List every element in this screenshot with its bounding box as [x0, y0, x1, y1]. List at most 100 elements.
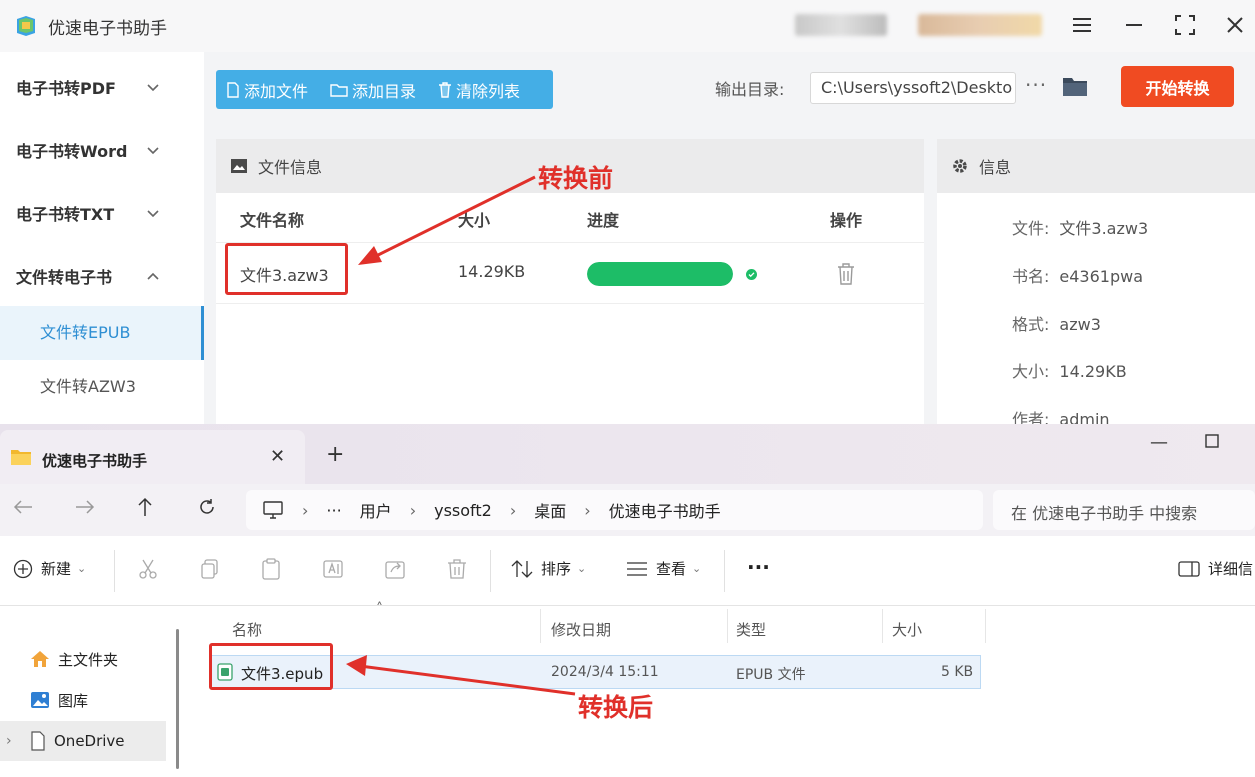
search-input[interactable]: 在 优速电子书助手 中搜索 [993, 490, 1255, 530]
annotation-box-output-file [209, 643, 333, 690]
refresh-icon[interactable] [194, 494, 220, 520]
new-tab-icon[interactable]: + [326, 442, 344, 467]
delete-icon[interactable] [837, 263, 855, 285]
explorer-tab[interactable]: 优速电子书助手 ✕ [0, 430, 305, 484]
forward-arrow-icon[interactable] [72, 494, 98, 520]
browse-more-button[interactable]: ··· [1025, 73, 1047, 97]
column-header-modified[interactable]: 修改日期 [551, 619, 611, 640]
breadcrumb-more[interactable]: ··· [326, 501, 341, 520]
cut-icon[interactable] [137, 558, 159, 580]
app-titlebar: 优速电子书助手 [0, 0, 1255, 52]
minimize-icon[interactable] [1121, 12, 1147, 38]
add-file-label: 添加文件 [244, 81, 309, 101]
info-panel: 信息 文件: 文件3.azw3 书名: e4361pwa 格式: azw3 大小: 14… [937, 139, 1255, 424]
explorer-tab-title: 优速电子书助手 [42, 452, 148, 470]
chevron-down-icon[interactable] [146, 143, 160, 157]
nav-scrollbar[interactable] [176, 629, 179, 769]
explorer-tabbar: 优速电子书助手 ✕ + — [0, 424, 1255, 484]
menu-icon[interactable] [1069, 12, 1095, 38]
file-explorer-window: 优速电子书助手 ✕ + — › ··· 用户 › yssoft2 › 桌面 › … [0, 424, 1255, 777]
sidebar-group-word[interactable]: 电子书转Word [16, 138, 127, 162]
nav-item-onedrive[interactable]: › OneDrive [0, 721, 166, 761]
chevron-up-icon[interactable] [146, 269, 160, 283]
app-title: 优速电子书助手 [48, 19, 167, 39]
annotation-label-after: 转换后 [578, 693, 654, 722]
copy-icon[interactable] [199, 558, 221, 580]
file-list: ˄ 名称 修改日期 类型 大小 文件3.epub 2024/3/4 15:11 … [190, 601, 1255, 777]
sidebar: 电子书转PDF 电子书转Word 电子书转TXT 文件转电子书 文件转EPUB … [0, 52, 204, 424]
column-header-size[interactable]: 大小 [892, 619, 922, 640]
details-pane-button[interactable]: 详细信 [1178, 558, 1253, 579]
info-title: 信息 [979, 158, 1012, 177]
chevron-down-icon[interactable] [146, 80, 160, 94]
chevron-right-icon[interactable]: › [6, 733, 12, 749]
sidebar-group-pdf[interactable]: 电子书转PDF [16, 75, 116, 99]
nav-item-gallery[interactable]: 图库 [0, 680, 166, 720]
maximize-icon[interactable] [1172, 12, 1198, 38]
clear-list-button[interactable]: 清除列表 [438, 78, 520, 102]
add-directory-button[interactable]: 添加目录 [330, 78, 416, 102]
more-options-button[interactable]: ··· [747, 555, 770, 579]
breadcrumb-current[interactable]: 优速电子书助手 [609, 498, 721, 522]
up-arrow-icon[interactable] [132, 494, 158, 520]
document-icon [31, 731, 45, 751]
chevron-right-icon: › [584, 500, 591, 520]
maximize-icon[interactable] [1205, 432, 1219, 453]
sort-button[interactable]: 排序 ⌄ [511, 558, 586, 579]
new-label: 新建 [41, 560, 72, 578]
divider [882, 609, 883, 643]
sort-icon [511, 559, 533, 578]
breadcrumb-users[interactable]: 用户 [360, 498, 392, 522]
close-tab-icon[interactable]: ✕ [270, 446, 285, 467]
start-convert-button[interactable]: 开始转换 [1121, 66, 1234, 107]
back-arrow-icon[interactable] [10, 494, 36, 520]
chevron-right-icon: › [302, 500, 309, 520]
view-button[interactable]: 查看 ⌄ [626, 558, 701, 579]
navigation-pane: 主文件夹 图库 › OneDrive [0, 607, 180, 777]
delete-icon[interactable] [446, 558, 468, 580]
column-header-action: 操作 [830, 211, 863, 230]
file-type-cell: EPUB 文件 [736, 667, 806, 683]
sort-label: 排序 [541, 560, 572, 578]
divider [727, 609, 728, 643]
chevron-down-icon[interactable] [146, 206, 160, 220]
file-size-cell: 14.29KB [458, 262, 526, 281]
details-pane-icon [1178, 560, 1200, 577]
column-header-type[interactable]: 类型 [736, 619, 766, 640]
home-icon [31, 651, 49, 667]
sidebar-group-txt[interactable]: 电子书转TXT [16, 201, 114, 225]
breadcrumb-desktop[interactable]: 桌面 [534, 498, 566, 522]
output-directory-field[interactable]: C:\Users\yssoft2\Deskto [810, 72, 1016, 104]
sidebar-item-to-azw3[interactable]: 文件转AZW3 [0, 360, 204, 414]
add-file-button[interactable]: 添加文件 [226, 78, 308, 102]
app-logo-icon [17, 16, 35, 36]
share-icon[interactable] [384, 558, 406, 580]
gear-icon [953, 159, 967, 173]
image-icon [231, 159, 247, 173]
chevron-down-icon: ⌄ [577, 562, 587, 575]
details-label: 详细信 [1208, 560, 1254, 578]
progress-bar [587, 262, 733, 286]
rename-icon[interactable] [322, 558, 344, 580]
file-modified-cell: 2024/3/4 15:11 [551, 664, 659, 680]
file-toolbar: 添加文件 添加目录 清除列表 [216, 70, 553, 109]
column-header-name[interactable]: 名称 [232, 619, 262, 640]
sort-caret-icon: ˄ [376, 601, 383, 617]
close-icon[interactable] [1222, 12, 1248, 38]
address-bar[interactable]: › ··· 用户 › yssoft2 › 桌面 › 优速电子书助手 [246, 490, 983, 530]
new-button[interactable]: 新建 ⌄ [13, 558, 86, 579]
divider [540, 609, 541, 643]
info-field-author: 作者: admin [1012, 410, 1110, 424]
minimize-icon[interactable]: — [1150, 432, 1168, 453]
column-header-progress: 进度 [587, 211, 620, 230]
sidebar-item-to-epub[interactable]: 文件转EPUB [0, 306, 204, 360]
breadcrumb-user[interactable]: yssoft2 [434, 501, 492, 520]
open-folder-icon[interactable] [1062, 74, 1088, 98]
output-directory-label: 输出目录: [715, 80, 785, 99]
paste-icon[interactable] [260, 558, 282, 580]
sidebar-group-to-ebook[interactable]: 文件转电子书 [16, 264, 112, 288]
trash-icon [439, 81, 452, 98]
folder-icon [11, 450, 31, 465]
nav-item-home[interactable]: 主文件夹 [0, 639, 166, 679]
explorer-command-bar: 新建 ⌄ 排序 ⌄ 查看 ⌄ ··· 详细信 [0, 536, 1255, 606]
